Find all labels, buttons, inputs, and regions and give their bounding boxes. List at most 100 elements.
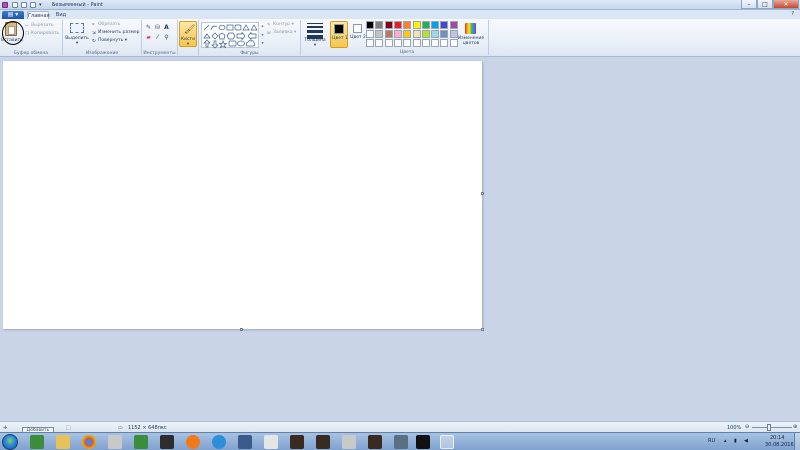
color2-button[interactable]: Цвет 2 <box>350 21 366 48</box>
palette-swatch[interactable] <box>403 39 412 47</box>
undo-icon[interactable] <box>21 2 27 8</box>
save-icon[interactable] <box>12 2 18 8</box>
palette-swatch[interactable] <box>366 30 374 38</box>
cut-button[interactable]: ✂ Вырезать <box>25 23 54 29</box>
palette-swatch[interactable] <box>440 39 449 47</box>
clock-time[interactable]: 20:14 <box>770 435 784 441</box>
resize-handle-corner[interactable] <box>481 328 484 331</box>
text-tool-icon[interactable]: A <box>163 24 170 31</box>
dog-game-icon-1[interactable] <box>290 435 304 449</box>
skyrim-icon[interactable] <box>108 435 122 449</box>
resize-button[interactable]: ⇲ Изменить размер <box>92 30 140 36</box>
steam-like-icon[interactable] <box>160 435 174 449</box>
palette-swatch[interactable] <box>431 39 440 47</box>
internet-explorer-icon[interactable] <box>212 435 226 449</box>
eraser-icon[interactable]: ▰ <box>145 34 152 41</box>
redo-icon[interactable] <box>30 2 36 8</box>
palette-swatch[interactable] <box>384 30 393 38</box>
magnifier-icon[interactable]: ⚲ <box>163 34 170 41</box>
minimize-button[interactable]: – <box>741 0 757 9</box>
clock-date[interactable]: 30.08.2016 <box>765 442 794 448</box>
palette-swatch[interactable] <box>440 30 449 38</box>
tray-expand-icon[interactable]: ▴ <box>724 438 727 444</box>
palette-swatch[interactable] <box>403 30 412 38</box>
pencil-icon[interactable]: ✎ <box>145 24 152 31</box>
color1-button[interactable]: Цвет 1 <box>330 21 348 48</box>
network-icon[interactable]: ▮ <box>734 438 737 444</box>
palette-swatch[interactable] <box>449 21 458 29</box>
palette-swatch[interactable] <box>393 39 402 47</box>
palette-swatch[interactable] <box>421 30 430 38</box>
language-indicator[interactable]: RU <box>708 438 715 444</box>
palette-swatch[interactable] <box>393 30 402 38</box>
edit-colors-button[interactable]: Изменение цветов <box>458 21 484 49</box>
volume-icon[interactable]: ◀ <box>744 438 748 444</box>
shapes-scroll[interactable]: ▴ ▾ ▾ <box>260 22 265 48</box>
drawing-canvas[interactable] <box>3 61 482 329</box>
outline-button[interactable]: ✎ Контур ▾ <box>267 22 294 28</box>
brushes-group[interactable]: 🖌 Кисти ▾ <box>178 19 198 57</box>
palette-swatch[interactable] <box>384 21 393 29</box>
tab-home[interactable]: Главная <box>27 11 50 19</box>
color-picker-icon[interactable]: ⁄ <box>154 34 161 41</box>
palette-swatch[interactable] <box>421 21 430 29</box>
close-button[interactable]: ✕ <box>773 0 799 9</box>
zoom-out-button[interactable]: ⊖ <box>745 424 749 430</box>
palette-swatch[interactable] <box>412 39 421 47</box>
crop-button[interactable]: ⌗ Обрезать <box>92 22 120 28</box>
monitor-icon[interactable] <box>238 435 252 449</box>
fill-bucket-icon[interactable]: ⛁ <box>154 24 161 31</box>
zoom-in-button[interactable]: ⊕ <box>793 424 797 430</box>
palette-swatch[interactable] <box>403 21 412 29</box>
zoom-slider-track[interactable] <box>752 427 792 428</box>
skyrim-icon-2[interactable] <box>342 435 356 449</box>
palette-swatch[interactable] <box>384 39 393 47</box>
palette-swatch[interactable] <box>412 21 421 29</box>
paint-app-icon[interactable] <box>2 2 8 8</box>
start-button[interactable] <box>2 434 18 450</box>
utorrent-icon[interactable] <box>134 435 148 449</box>
palette-swatch[interactable] <box>393 21 402 29</box>
maximize-button[interactable]: □ <box>757 0 773 9</box>
annotation-circle <box>2 21 24 45</box>
chrome-icon[interactable] <box>82 435 96 449</box>
rectangle-shape-icon <box>226 24 234 31</box>
rotate-button[interactable]: ↻ Повернуть ▾ <box>92 38 127 44</box>
color1-swatch <box>334 24 344 34</box>
palette-swatch[interactable] <box>375 30 384 38</box>
callout-oval-shape-icon <box>237 40 245 47</box>
size-dropdown-icon[interactable]: ▾ <box>301 43 329 48</box>
palette-swatch[interactable] <box>375 21 384 29</box>
zoom-slider-thumb[interactable] <box>767 424 771 431</box>
taskbar-app-icon[interactable] <box>30 435 44 449</box>
explorer-folder-icon[interactable] <box>56 435 70 449</box>
customize-quick-access-icon[interactable]: ▾ <box>39 2 44 8</box>
palette-swatch[interactable] <box>421 39 430 47</box>
palette-swatch[interactable] <box>431 30 440 38</box>
game-launcher-icon[interactable] <box>416 435 430 449</box>
dog-game-icon-2[interactable] <box>316 435 330 449</box>
document-icon[interactable] <box>264 435 278 449</box>
media-player-icon[interactable] <box>186 435 200 449</box>
help-icon[interactable]: ? <box>791 11 794 17</box>
palette-swatch[interactable] <box>366 39 374 47</box>
tab-view[interactable]: Вид <box>52 11 70 19</box>
fill-button[interactable]: ⛁ Заливка ▾ <box>267 30 296 36</box>
copy-button[interactable]: ❐ Копировать <box>25 31 59 37</box>
palette-swatch[interactable] <box>366 21 374 29</box>
tank-game-icon[interactable] <box>394 435 408 449</box>
dog-game-icon-3[interactable] <box>368 435 382 449</box>
file-menu-button[interactable]: ▤ ▾ <box>2 11 24 19</box>
brushes-button[interactable]: 🖌 Кисти ▾ <box>179 21 197 47</box>
palette-swatch[interactable] <box>431 21 440 29</box>
brush-icon: 🖌 <box>184 25 196 35</box>
select-dropdown-icon[interactable]: ▾ <box>63 41 91 46</box>
palette-swatch[interactable] <box>412 30 421 38</box>
show-desktop-button[interactable] <box>794 433 800 450</box>
resize-handle-right[interactable] <box>481 192 484 195</box>
shapes-gallery[interactable] <box>201 22 259 49</box>
resize-handle-bottom[interactable] <box>240 328 243 331</box>
palette-swatch[interactable] <box>375 39 384 47</box>
palette-swatch[interactable] <box>440 21 449 29</box>
paint-taskbar-icon[interactable] <box>440 435 454 449</box>
